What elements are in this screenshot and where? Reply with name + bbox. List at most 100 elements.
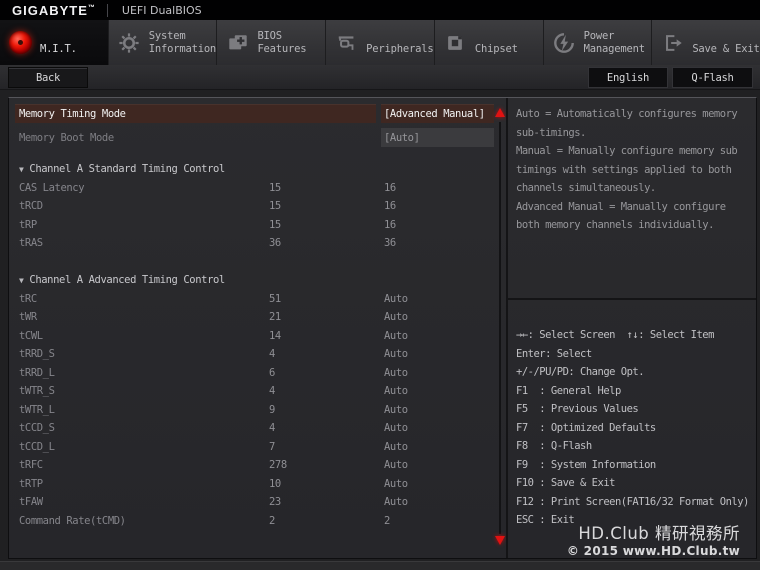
setting-row[interactable]: tWTR_L9Auto	[9, 401, 506, 420]
setting-row[interactable]: tRP1516	[9, 216, 506, 235]
setting-label: tRRD_L	[19, 367, 269, 379]
chipset-icon	[444, 31, 467, 54]
setting-current-value: 10	[269, 478, 384, 490]
info-pane: Auto = Automatically configures memory s…	[506, 98, 756, 558]
setting-label: CAS Latency	[19, 182, 269, 194]
section-title: Channel A Standard Timing Control	[29, 163, 224, 175]
setting-value: [Auto]	[381, 128, 494, 147]
setting-label: Memory Timing Mode	[19, 108, 126, 120]
setting-row[interactable]: tCCD_L7Auto	[9, 438, 506, 457]
setting-current-value: 4	[269, 422, 384, 434]
setting-row[interactable]: tWR21Auto	[9, 308, 506, 327]
lightning-icon	[553, 31, 576, 54]
setting-label: tCWL	[19, 330, 269, 342]
back-button[interactable]: Back	[8, 67, 88, 88]
spacer	[9, 253, 506, 272]
setting-row[interactable]: tRRD_S4Auto	[9, 345, 506, 364]
exit-door-icon	[661, 31, 684, 54]
setting-current-value: 4	[269, 348, 384, 360]
collapse-triangle-icon: ▼	[19, 276, 23, 285]
setting-row[interactable]: tRAS3636	[9, 234, 506, 253]
setting-row[interactable]: tCCD_S4Auto	[9, 419, 506, 438]
gigabyte-logo: GIGABYTE™	[12, 3, 95, 18]
setting-preset-value: Auto	[384, 441, 506, 453]
peripherals-mouse-icon	[335, 31, 358, 54]
setting-label: tRAS	[19, 237, 269, 249]
setting-label: tWTR_S	[19, 385, 269, 397]
setting-preset-value: Auto	[384, 348, 506, 360]
setting-current-value: 36	[269, 237, 384, 249]
tab-save-exit[interactable]: Save & Exit	[652, 20, 760, 65]
setting-row-memory-boot-mode[interactable]: Memory Boot Mode [Auto]	[15, 128, 506, 147]
setting-current-value: 21	[269, 311, 384, 323]
setting-row[interactable]: tRTP10Auto	[9, 475, 506, 494]
setting-current-value: 7	[269, 441, 384, 453]
tab-power-management[interactable]: PowerManagement	[544, 20, 653, 65]
secondary-bar: Back English Q-Flash	[0, 65, 760, 90]
setting-preset-value: Auto	[384, 385, 506, 397]
firmware-title: UEFI DualBIOS	[122, 4, 202, 17]
settings-pane: Memory Timing Mode [Advanced Manual] Mem…	[9, 98, 506, 558]
setting-row-memory-timing-mode[interactable]: Memory Timing Mode [Advanced Manual]	[15, 104, 506, 123]
setting-label: tRRD_S	[19, 348, 269, 360]
setting-current-value: 15	[269, 219, 384, 231]
setting-current-value: 6	[269, 367, 384, 379]
section-header-standard-timing[interactable]: ▼ Channel A Standard Timing Control	[9, 160, 506, 179]
scroll-down-icon[interactable]	[495, 536, 505, 545]
tab-chipset[interactable]: Chipset	[435, 20, 544, 65]
setting-row[interactable]: Command Rate(tCMD)22	[9, 512, 506, 531]
help-text: Auto = Automatically configures memory s…	[508, 98, 756, 300]
tab-peripherals[interactable]: Peripherals	[326, 20, 435, 65]
title-bar: GIGABYTE™ UEFI DualBIOS	[0, 0, 760, 20]
language-button[interactable]: English	[588, 67, 668, 88]
setting-label: tFAW	[19, 496, 269, 508]
footer-strip	[0, 561, 760, 570]
key-hints: →←: Select Screen ↑↓: Select Item Enter:…	[508, 300, 756, 558]
tab-bios-features[interactable]: BIOSFeatures	[217, 20, 326, 65]
setting-row[interactable]: tRC51Auto	[9, 290, 506, 309]
tab-system-information[interactable]: SystemInformation	[109, 20, 218, 65]
setting-current-value: 23	[269, 496, 384, 508]
setting-label: tRTP	[19, 478, 269, 490]
setting-preset-value: Auto	[384, 293, 506, 305]
setting-label: Command Rate(tCMD)	[19, 515, 269, 527]
setting-preset-value: 16	[384, 219, 506, 231]
content-panel: Memory Timing Mode [Advanced Manual] Mem…	[8, 97, 757, 559]
setting-preset-value: Auto	[384, 459, 506, 471]
setting-preset-value: Auto	[384, 422, 506, 434]
setting-label: tRCD	[19, 200, 269, 212]
setting-label: tWTR_L	[19, 404, 269, 416]
setting-preset-value: Auto	[384, 478, 506, 490]
setting-preset-value: 16	[384, 200, 506, 212]
setting-preset-value: Auto	[384, 496, 506, 508]
setting-preset-value: Auto	[384, 330, 506, 342]
scroll-up-icon[interactable]	[495, 108, 505, 117]
setting-label: Memory Boot Mode	[19, 132, 114, 144]
setting-row[interactable]: tCWL14Auto	[9, 327, 506, 346]
setting-row[interactable]: tRCD1516	[9, 197, 506, 216]
setting-row[interactable]: tWTR_S4Auto	[9, 382, 506, 401]
setting-preset-value: 16	[384, 182, 506, 194]
tab-mit[interactable]: M.I.T.	[0, 20, 109, 65]
setting-row[interactable]: tRRD_L6Auto	[9, 364, 506, 383]
setting-label: tRP	[19, 219, 269, 231]
setting-current-value: 9	[269, 404, 384, 416]
setting-current-value: 278	[269, 459, 384, 471]
main-tab-bar: M.I.T. SystemInformation	[0, 20, 760, 65]
setting-label: tRC	[19, 293, 269, 305]
setting-value: [Advanced Manual]	[381, 104, 494, 123]
collapse-triangle-icon: ▼	[19, 165, 23, 174]
setting-label: tCCD_S	[19, 422, 269, 434]
trademark: ™	[88, 4, 95, 11]
setting-label: tCCD_L	[19, 441, 269, 453]
setting-row[interactable]: tRFC278Auto	[9, 456, 506, 475]
setting-label: tRFC	[19, 459, 269, 471]
section-header-advanced-timing[interactable]: ▼ Channel A Advanced Timing Control	[9, 271, 506, 290]
qflash-button[interactable]: Q-Flash	[672, 67, 753, 88]
setting-current-value: 14	[269, 330, 384, 342]
scrollbar[interactable]	[499, 122, 501, 534]
setting-current-value: 15	[269, 200, 384, 212]
setting-row[interactable]: CAS Latency1516	[9, 179, 506, 198]
setting-current-value: 4	[269, 385, 384, 397]
setting-row[interactable]: tFAW23Auto	[9, 493, 506, 512]
